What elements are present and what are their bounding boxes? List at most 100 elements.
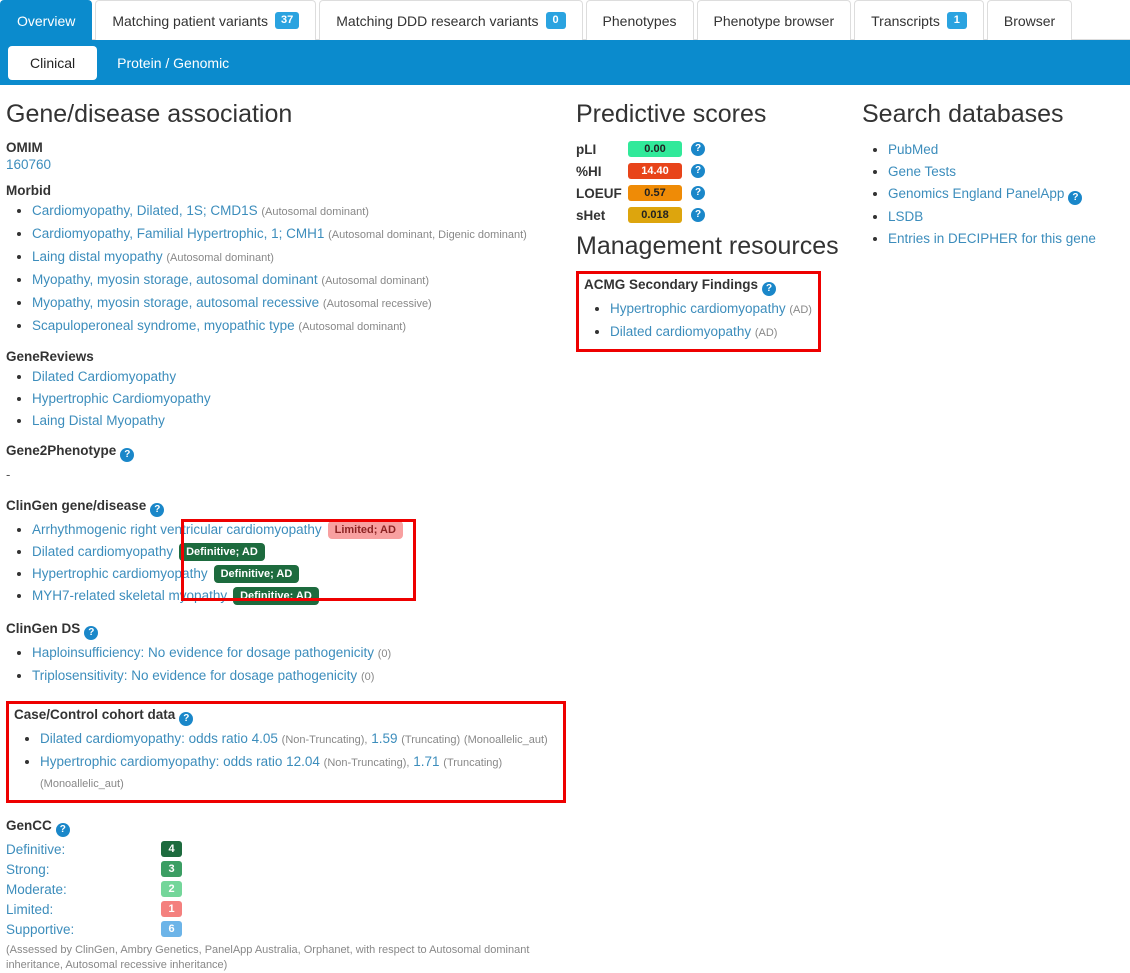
score-label-loeuf: LOEUF	[576, 185, 622, 201]
table-row: Strong: 3	[6, 859, 570, 879]
search-databases-column: Search databases PubMed Gene Tests Genom…	[862, 93, 1130, 973]
clingen-ds-note: (0)	[377, 648, 392, 660]
subnav-item-label: Clinical	[30, 54, 76, 71]
clingen-disease-link[interactable]: Dilated cardiomyopathy	[32, 544, 173, 559]
genereviews-list: Dilated Cardiomyopathy Hypertrophic Card…	[6, 366, 570, 432]
case-control-note-truncating: (Truncating)	[401, 734, 461, 746]
clingen-ds-heading: ClinGen DS?	[6, 621, 570, 640]
gencc-label[interactable]: Supportive:	[6, 922, 161, 937]
list-item: Laing distal myopathy (Autosomal dominan…	[32, 246, 570, 269]
gene2phenotype-heading: Gene2Phenotype?	[6, 443, 570, 462]
gencc-label[interactable]: Moderate:	[6, 882, 161, 897]
morbid-link[interactable]: Laing distal myopathy	[32, 249, 163, 264]
case-control-note-nontruncating: (Non-Truncating),	[281, 734, 368, 746]
help-icon[interactable]: ?	[84, 626, 99, 640]
gencc-label[interactable]: Strong:	[6, 862, 161, 877]
acmg-link[interactable]: Dilated cardiomyopathy	[610, 324, 751, 339]
score-label-hi: %HI	[576, 163, 602, 179]
help-icon[interactable]: ?	[150, 503, 165, 517]
case-control-truncating-value: 1.59	[371, 731, 398, 746]
morbid-link[interactable]: Cardiomyopathy, Familial Hypertrophic, 1…	[32, 226, 324, 241]
clingen-disease-link[interactable]: Arrhythmogenic right ventricular cardiom…	[32, 522, 322, 537]
clingen-disease-link[interactable]: MYH7-related skeletal myopathy	[32, 588, 227, 603]
help-icon[interactable]: ?	[179, 712, 194, 726]
gencc-heading: GenCC?	[6, 818, 570, 837]
case-control-note-inheritance: (Monoallelic_aut)	[463, 734, 548, 746]
genereviews-link[interactable]: Dilated Cardiomyopathy	[32, 369, 176, 384]
acmg-link[interactable]: Hypertrophic cardiomyopathy	[610, 301, 786, 316]
table-row: Moderate: 2	[6, 879, 570, 899]
tab-overview[interactable]: Overview	[0, 0, 93, 40]
clingen-ds-link[interactable]: Triplosensitivity: No evidence for dosag…	[32, 668, 357, 683]
database-link-lsdb[interactable]: LSDB	[888, 209, 923, 224]
tab-browser[interactable]: Browser	[986, 0, 1073, 40]
list-item: Laing Distal Myopathy	[32, 410, 570, 432]
predictive-scores-column: Predictive scores pLI 0.00 ? %HI 14.40 ?…	[570, 93, 862, 973]
database-link-gene-tests[interactable]: Gene Tests	[888, 164, 956, 179]
list-item: Scapuloperoneal syndrome, myopathic type…	[32, 315, 570, 338]
acmg-secondary-findings-highlight-box: ACMG Secondary Findings? Hypertrophic ca…	[576, 271, 821, 352]
score-value-pli: 0.00	[628, 141, 682, 157]
database-link-pubmed[interactable]: PubMed	[888, 142, 938, 157]
search-databases-list: PubMed Gene Tests Genomics England Panel…	[862, 139, 1130, 250]
case-control-link[interactable]: Dilated cardiomyopathy: odds ratio 4.05	[40, 731, 278, 746]
clingen-ds-link[interactable]: Haploinsufficiency: No evidence for dosa…	[32, 645, 374, 660]
morbid-link[interactable]: Myopathy, myosin storage, autosomal domi…	[32, 272, 318, 287]
genereviews-link[interactable]: Laing Distal Myopathy	[32, 413, 165, 428]
tab-badge-count: 0	[545, 12, 566, 29]
gencc-count-badge: 4	[161, 841, 182, 857]
help-icon[interactable]: ?	[1068, 191, 1083, 205]
tab-phenotype-browser[interactable]: Phenotype browser	[696, 0, 852, 40]
acmg-list: Hypertrophic cardiomyopathy (AD) Dilated…	[584, 298, 813, 344]
clingen-disease-link[interactable]: Hypertrophic cardiomyopathy	[32, 566, 208, 581]
genereviews-link[interactable]: Hypertrophic Cardiomyopathy	[32, 391, 211, 406]
gene2phenotype-value: -	[6, 467, 11, 482]
tab-label: Overview	[17, 12, 76, 29]
list-item: Triplosensitivity: No evidence for dosag…	[32, 665, 570, 688]
list-item: MYH7-related skeletal myopathy Definitive…	[32, 585, 570, 607]
tab-label: Transcripts	[871, 12, 940, 29]
acmg-heading-label: ACMG Secondary Findings	[584, 277, 759, 292]
omim-link[interactable]: 160760	[6, 157, 570, 172]
help-icon[interactable]: ?	[691, 208, 705, 222]
gencc-label[interactable]: Definitive:	[6, 842, 161, 857]
gencc-footnote: (Assessed by ClinGen, Ambry Genetics, Pa…	[6, 944, 530, 971]
help-icon[interactable]: ?	[691, 164, 705, 178]
tab-transcripts[interactable]: Transcripts 1	[854, 0, 984, 40]
case-control-list: Dilated cardiomyopathy: odds ratio 4.05 …	[14, 728, 558, 795]
help-icon[interactable]: ?	[120, 448, 135, 462]
gencc-count-badge: 6	[161, 921, 182, 937]
morbid-link[interactable]: Scapuloperoneal syndrome, myopathic type	[32, 318, 295, 333]
database-link-panelapp[interactable]: Genomics England PanelApp	[888, 186, 1064, 201]
gencc-table: Definitive: 4 Strong: 3 Moderate: 2 Limi…	[6, 839, 570, 939]
tab-phenotypes[interactable]: Phenotypes	[585, 0, 694, 40]
list-item: Entries in DECIPHER for this gene	[888, 228, 1130, 250]
tab-matching-ddd-research-variants[interactable]: Matching DDD research variants 0	[319, 0, 583, 40]
database-link-decipher[interactable]: Entries in DECIPHER for this gene	[888, 231, 1096, 246]
acmg-heading: ACMG Secondary Findings?	[584, 277, 813, 296]
morbid-link[interactable]: Myopathy, myosin storage, autosomal rece…	[32, 295, 319, 310]
morbid-note: (Autosomal dominant)	[261, 206, 369, 218]
help-icon[interactable]: ?	[762, 282, 777, 296]
table-row: Supportive: 6	[6, 919, 570, 939]
help-icon[interactable]: ?	[55, 823, 70, 837]
clingen-gene-disease-heading: ClinGen gene/disease?	[6, 498, 570, 517]
help-icon[interactable]: ?	[691, 186, 705, 200]
predictive-scores-title: Predictive scores	[576, 100, 767, 128]
list-item: Hypertrophic Cardiomyopathy	[32, 388, 570, 410]
clingen-gene-disease-heading-label: ClinGen gene/disease	[6, 498, 147, 513]
acmg-note: (AD)	[754, 327, 778, 339]
case-control-link[interactable]: Hypertrophic cardiomyopathy: odds ratio …	[40, 754, 320, 769]
subnav-item-clinical[interactable]: Clinical	[8, 45, 98, 80]
tab-matching-patient-variants[interactable]: Matching patient variants 37	[95, 0, 317, 40]
subnav-item-protein-genomic[interactable]: Protein / Genomic	[97, 48, 249, 78]
help-icon[interactable]: ?	[691, 142, 705, 156]
table-row: pLI 0.00 ?	[576, 139, 862, 159]
list-item: PubMed	[888, 139, 1130, 161]
gencc-label[interactable]: Limited:	[6, 902, 161, 917]
omim-heading: OMIM	[6, 140, 43, 155]
morbid-link[interactable]: Cardiomyopathy, Dilated, 1S; CMD1S	[32, 203, 258, 218]
search-databases-title: Search databases	[862, 100, 1064, 128]
gencc-count-badge: 2	[161, 881, 182, 897]
tab-label: Phenotypes	[602, 12, 677, 29]
